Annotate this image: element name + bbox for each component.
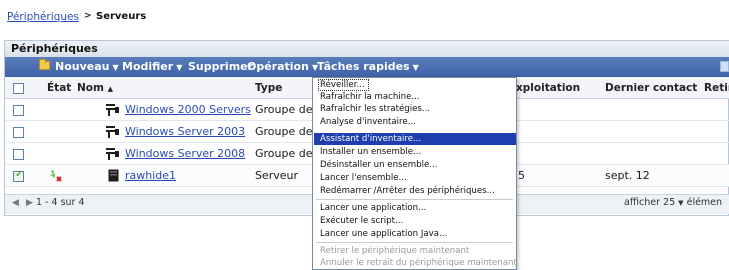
row-last-contact: sept. 12 <box>605 169 650 182</box>
items-label: élémen <box>686 197 723 208</box>
quick-tasks-label: Tâches rapides <box>317 60 410 73</box>
row-name-link[interactable]: Windows Server 2003 <box>125 121 245 143</box>
menu-item-refresh-machine[interactable]: Rafraîchir la machine... <box>320 91 420 103</box>
menu-item-launch-java-application[interactable]: Lancer une application Java... <box>320 228 447 240</box>
next-page-icon[interactable]: ▶ <box>26 198 33 208</box>
menu-item-unretire-device: Annuler le retrait du périphérique maint… <box>320 258 517 268</box>
toolbar-options-icon[interactable] <box>720 61 729 72</box>
column-operating[interactable]: xploitation <box>516 77 580 99</box>
new-menu-button[interactable]: Nouveau ▼ <box>55 57 119 77</box>
menu-item-install-bundle[interactable]: Installer un ensemble... <box>320 146 421 158</box>
select-all-checkbox[interactable] <box>13 83 24 94</box>
row-type: Serveur <box>255 169 299 182</box>
menu-item-inventory-scan[interactable]: Analyse d'inventaire... <box>320 116 416 128</box>
pagination-range: 1 - 4 sur 4 <box>36 197 85 208</box>
menu-item-inventory-wizard[interactable]: Assistant d'inventaire... <box>320 133 421 145</box>
show-label: afficher <box>624 197 661 208</box>
row-name-link[interactable]: rawhide1 <box>125 165 176 187</box>
chevron-down-icon: ▼ <box>412 63 419 72</box>
device-status-error-icon <box>50 170 62 182</box>
sort-ascending-icon: ▲ <box>107 85 113 93</box>
server-group-icon <box>106 148 120 160</box>
operation-menu-button[interactable]: Opération ▼ <box>247 57 318 77</box>
row-name-link[interactable]: Windows 2000 Servers <box>125 99 251 121</box>
chevron-down-icon: ▼ <box>678 199 684 207</box>
row-name-link[interactable]: Windows Server 2008 <box>125 143 245 165</box>
page-size-value: 25 <box>663 197 676 208</box>
new-label: Nouveau <box>55 60 110 73</box>
breadcrumb-devices-link[interactable]: Périphériques <box>7 11 79 23</box>
menu-item-refresh-policies[interactable]: Rafraîchir les stratégies... <box>320 103 430 115</box>
chevron-down-icon: ▼ <box>176 63 183 72</box>
panel-title: Périphériques <box>5 41 729 57</box>
folder-new-icon[interactable] <box>39 59 50 70</box>
column-name[interactable]: Nom ▲ <box>77 77 113 99</box>
menu-item-launch-application[interactable]: Lancer une application... <box>320 202 426 214</box>
chevron-down-icon: ▼ <box>112 63 119 72</box>
modify-menu-button[interactable]: Modifier ▼ <box>122 57 182 77</box>
menu-item-uninstall-bundle[interactable]: Désinstaller un ensemble... <box>320 159 437 171</box>
column-name-label: Nom <box>77 82 104 94</box>
server-group-icon <box>106 104 120 116</box>
menu-separator <box>316 199 513 200</box>
quick-tasks-menu-button[interactable]: Tâches rapides ▼ <box>317 57 419 77</box>
column-state[interactable]: État <box>47 77 71 99</box>
menu-item-wake[interactable]: Réveiller... <box>320 79 365 91</box>
previous-page-icon[interactable]: ◀ <box>12 198 19 208</box>
row-checkbox[interactable] <box>13 105 24 116</box>
column-retired[interactable]: Retiré <box>704 77 729 99</box>
row-checkbox-checked[interactable] <box>13 169 24 182</box>
server-icon <box>108 169 119 182</box>
breadcrumb-current: Serveurs <box>96 11 147 22</box>
column-last-contact[interactable]: Dernier contact <box>605 77 697 99</box>
breadcrumb-separator: > <box>84 11 92 21</box>
modify-label: Modifier <box>122 60 174 73</box>
row-operating: 5 <box>518 169 525 182</box>
row-checkbox[interactable] <box>13 127 24 138</box>
menu-item-restart-shutdown[interactable]: Redémarrer /Arrêter des périphériques... <box>320 185 495 197</box>
page-size-control[interactable]: afficher 25 ▼ élémen <box>624 197 722 208</box>
server-group-icon <box>106 126 120 138</box>
row-checkbox[interactable] <box>13 149 24 160</box>
menu-separator <box>316 242 513 243</box>
menu-item-run-script[interactable]: Exécuter le script... <box>320 215 403 227</box>
menu-item-retire-device: Retirer le périphérique maintenant <box>320 246 470 256</box>
column-type[interactable]: Type <box>255 77 282 99</box>
operation-label: Opération <box>247 60 309 73</box>
menu-item-launch-bundle[interactable]: Lancer l'ensemble... <box>320 172 407 184</box>
delete-button[interactable]: Supprimer <box>188 57 253 77</box>
